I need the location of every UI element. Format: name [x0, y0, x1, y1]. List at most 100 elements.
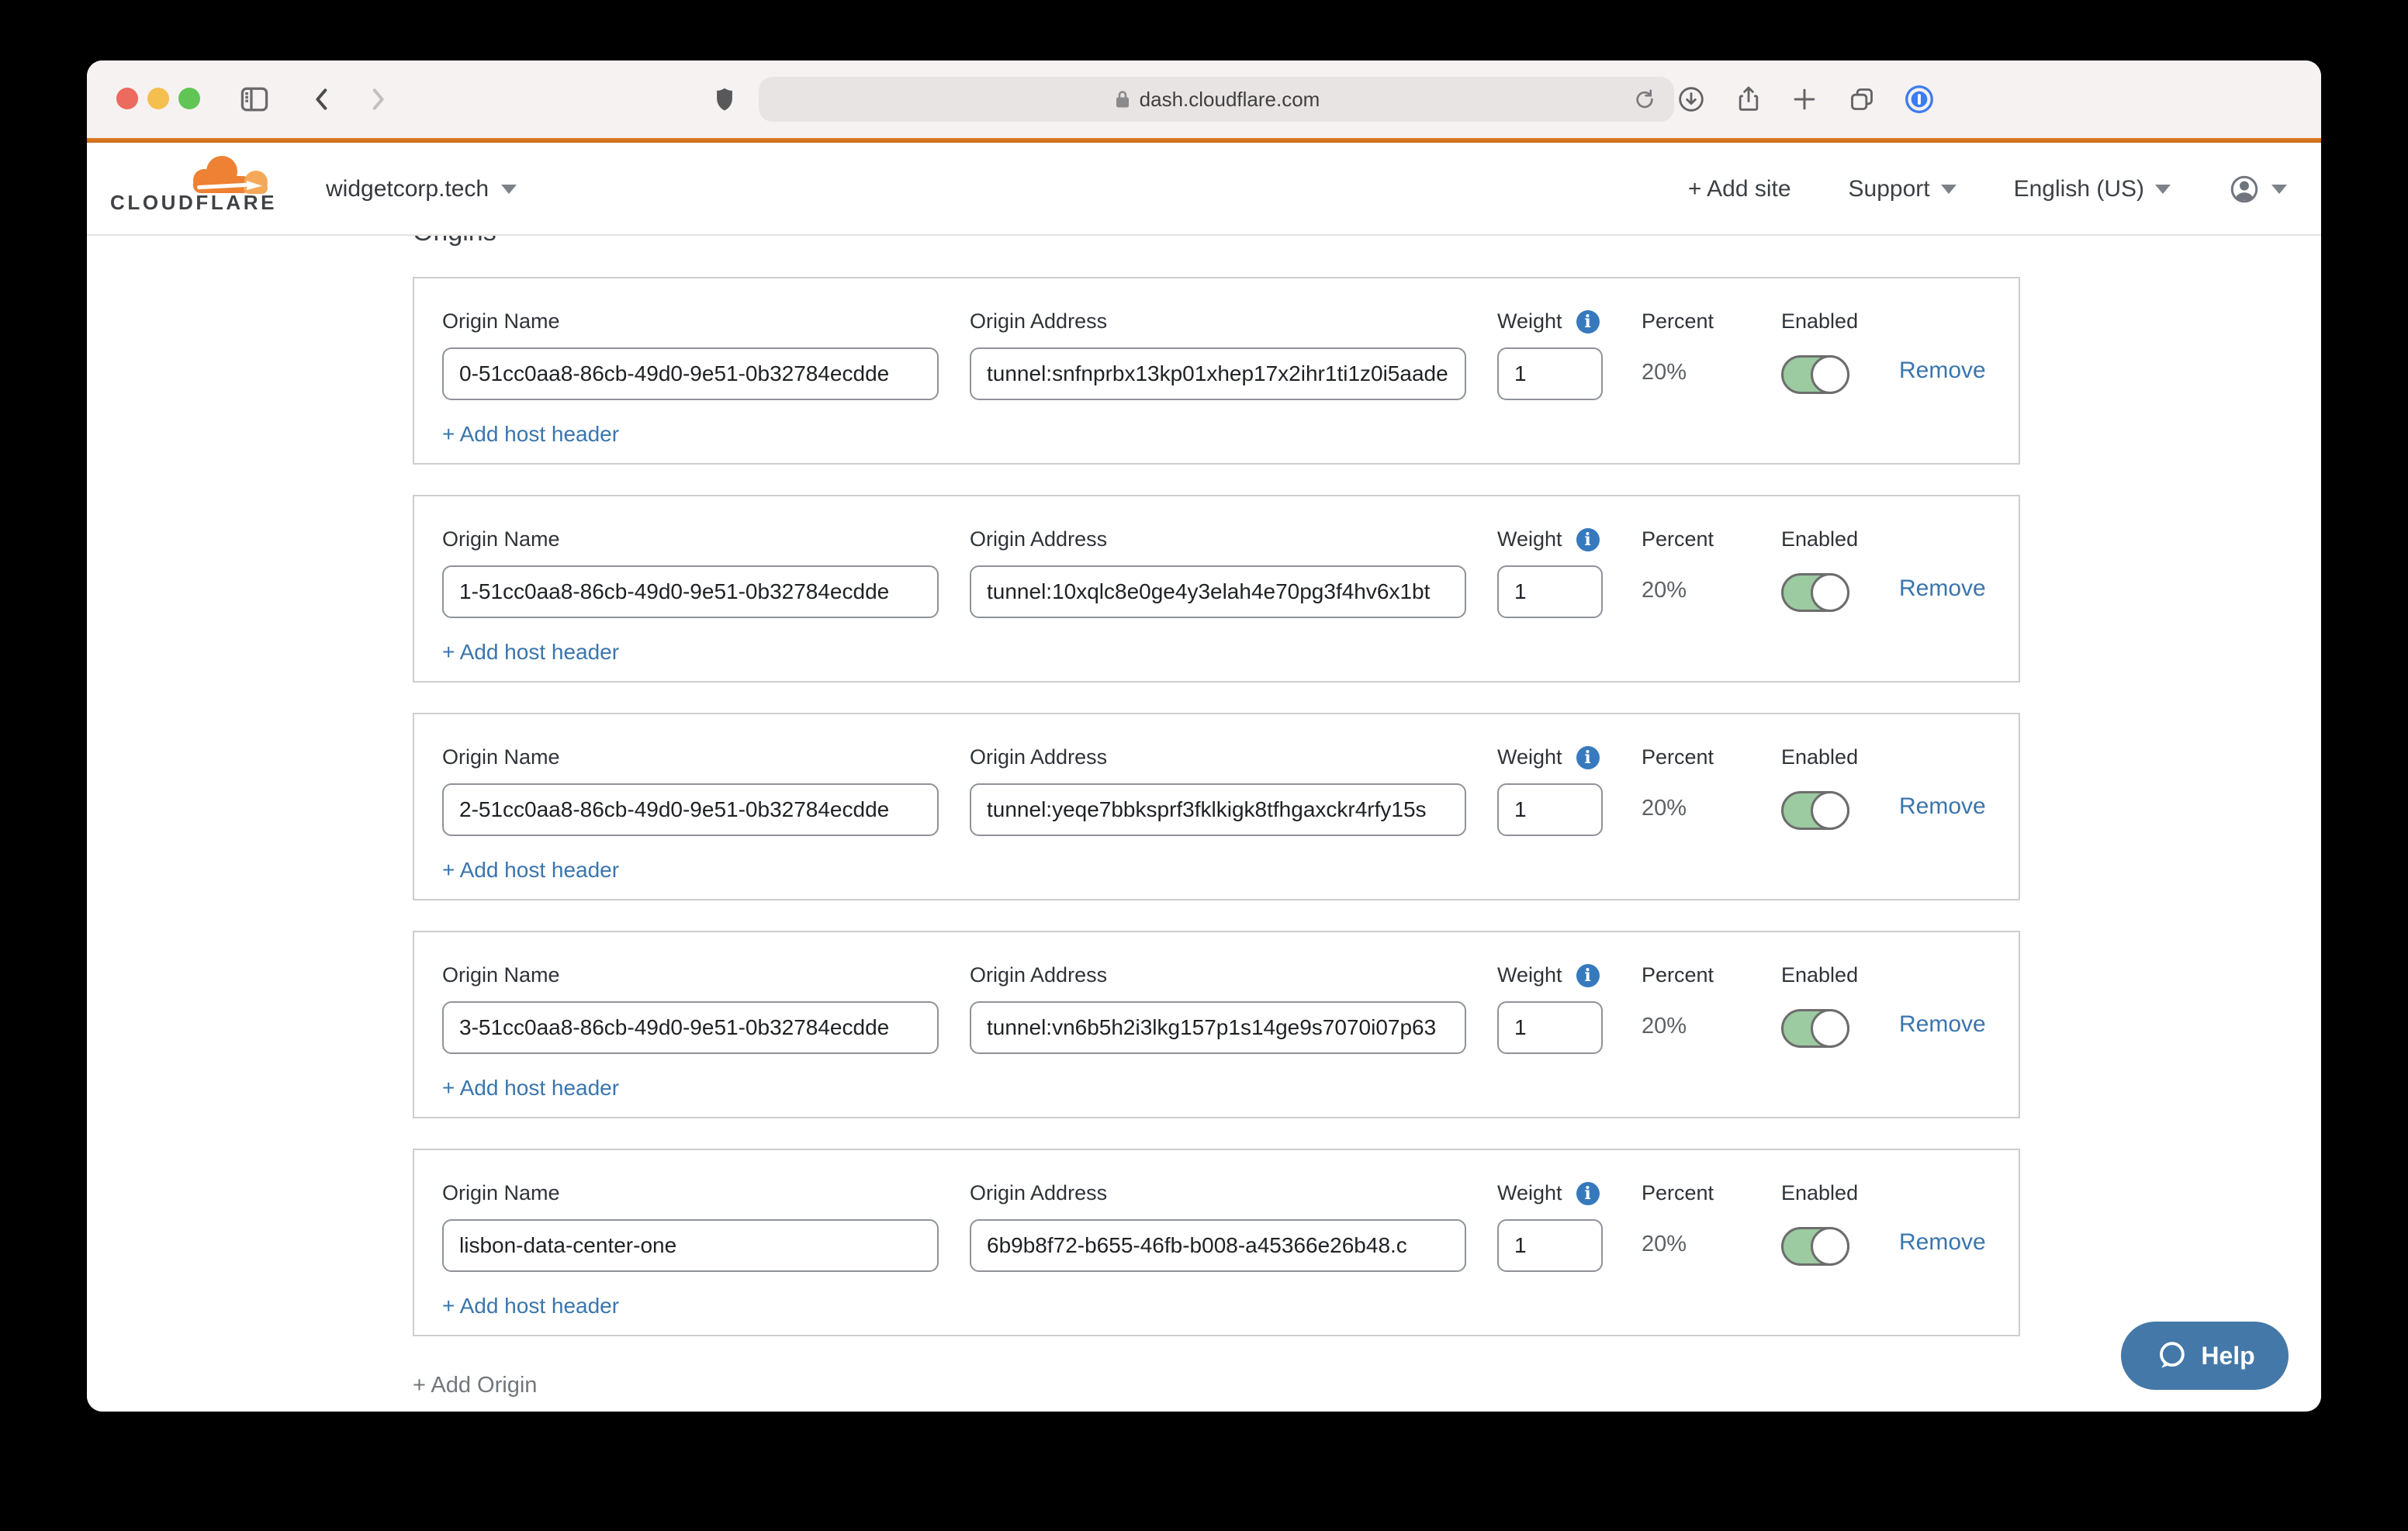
origin-name-input[interactable] [442, 565, 939, 618]
address-bar[interactable]: dash.cloudflare.com [759, 77, 1674, 122]
minimize-window-button[interactable] [147, 88, 169, 109]
percent-value: 20% [1642, 578, 1714, 603]
origin-card: Origin Name + Add host header Origin Add… [413, 1149, 2020, 1336]
percent-value: 20% [1642, 1014, 1714, 1039]
cloudflare-logo[interactable]: CLOUDFLARE [110, 154, 278, 225]
privacy-shield-icon[interactable] [706, 81, 743, 118]
weight-label: Weight [1497, 527, 1562, 551]
language-menu[interactable]: English (US) [2014, 176, 2171, 202]
weight-input[interactable] [1497, 347, 1603, 400]
enabled-toggle[interactable] [1781, 573, 1849, 612]
enabled-toggle[interactable] [1781, 1227, 1849, 1266]
chevron-down-icon [2155, 185, 2171, 194]
info-icon[interactable]: i [1576, 964, 1600, 987]
add-host-header-link[interactable]: + Add host header [442, 640, 619, 665]
origin-address-label: Origin Address [970, 963, 1466, 987]
origin-card: Origin Name + Add host header Origin Add… [413, 931, 2020, 1118]
weight-input[interactable] [1497, 1219, 1603, 1272]
remove-origin-link[interactable]: Remove [1899, 1011, 1986, 1038]
origin-name-input[interactable] [442, 783, 939, 836]
toggle-knob [1811, 355, 1849, 394]
chat-bubble-icon [2154, 1339, 2188, 1373]
enabled-toggle[interactable] [1781, 1009, 1849, 1048]
origin-name-input[interactable] [442, 1001, 939, 1054]
tab-overview-icon[interactable] [1843, 81, 1880, 118]
percent-label: Percent [1642, 963, 1714, 987]
enabled-label: Enabled [1781, 745, 1858, 769]
origin-address-label: Origin Address [970, 745, 1466, 769]
browser-window: dash.cloudflare.com [87, 60, 2321, 1412]
avatar-icon [2228, 173, 2261, 206]
share-icon[interactable] [1730, 81, 1767, 118]
origin-address-label: Origin Address [970, 309, 1466, 334]
window-controls [116, 88, 200, 109]
add-site-button[interactable]: + Add site [1688, 176, 1791, 202]
origin-card: Origin Name + Add host header Origin Add… [413, 495, 2020, 683]
origin-address-input[interactable] [970, 1219, 1466, 1272]
new-tab-icon[interactable] [1786, 81, 1823, 118]
origins-section-title: Origins [413, 236, 2321, 247]
origin-address-input[interactable] [970, 1001, 1466, 1054]
reload-icon[interactable] [1626, 81, 1663, 118]
enabled-label: Enabled [1781, 527, 1858, 551]
weight-input[interactable] [1497, 783, 1603, 836]
percent-value: 20% [1642, 360, 1714, 385]
cloudflare-cloud-icon [188, 154, 272, 195]
info-icon[interactable]: i [1576, 746, 1600, 769]
chevron-down-icon [501, 185, 517, 194]
forward-button-icon[interactable] [358, 81, 396, 118]
header-nav: + Add site Support English (US) [1688, 143, 2287, 236]
toggle-knob [1811, 791, 1849, 830]
enabled-label: Enabled [1781, 309, 1858, 334]
info-icon[interactable]: i [1576, 528, 1600, 551]
toggle-knob [1811, 1227, 1849, 1266]
origin-card: Origin Name + Add host header Origin Add… [413, 713, 2020, 900]
add-site-label: + Add site [1688, 176, 1791, 202]
weight-input[interactable] [1497, 565, 1603, 618]
enabled-label: Enabled [1781, 963, 1858, 987]
password-manager-icon[interactable] [1901, 81, 1938, 118]
origin-address-input[interactable] [970, 783, 1466, 836]
origin-name-input[interactable] [442, 1219, 939, 1272]
remove-origin-link[interactable]: Remove [1899, 793, 1986, 820]
account-selector[interactable]: widgetcorp.tech [326, 143, 517, 236]
user-menu[interactable] [2228, 173, 2287, 206]
origin-address-label: Origin Address [970, 1181, 1466, 1205]
weight-label: Weight [1497, 1181, 1562, 1205]
add-host-header-link[interactable]: + Add host header [442, 422, 619, 447]
remove-origin-link[interactable]: Remove [1899, 575, 1986, 602]
downloads-icon[interactable] [1673, 81, 1710, 118]
origin-card-list: Origin Name + Add host header Origin Add… [413, 277, 2020, 1336]
origin-name-input[interactable] [442, 347, 939, 400]
percent-value: 20% [1642, 796, 1714, 821]
add-host-header-link[interactable]: + Add host header [442, 1076, 619, 1101]
origin-address-input[interactable] [970, 565, 1466, 618]
add-host-header-link[interactable]: + Add host header [442, 1294, 619, 1318]
origin-address-input[interactable] [970, 347, 1466, 400]
info-icon[interactable]: i [1576, 310, 1600, 334]
enabled-toggle[interactable] [1781, 791, 1849, 830]
weight-label: Weight [1497, 745, 1562, 769]
zoom-window-button[interactable] [178, 88, 200, 109]
desktop-backdrop: { "browser": { "url": "dash.cloudflare.c… [0, 0, 2408, 1531]
help-button[interactable]: Help [2121, 1322, 2289, 1390]
origin-name-label: Origin Name [442, 309, 939, 334]
origin-name-label: Origin Name [442, 963, 939, 987]
support-menu[interactable]: Support [1849, 176, 1956, 202]
enabled-toggle[interactable] [1781, 355, 1849, 394]
percent-label: Percent [1642, 309, 1714, 334]
remove-origin-link[interactable]: Remove [1899, 1229, 1986, 1256]
support-label: Support [1849, 176, 1930, 202]
percent-label: Percent [1642, 527, 1714, 551]
weight-input[interactable] [1497, 1001, 1603, 1054]
info-icon[interactable]: i [1576, 1182, 1600, 1205]
chevron-down-icon [2271, 185, 2287, 194]
close-window-button[interactable] [116, 88, 138, 109]
add-origin-link[interactable]: + Add Origin [413, 1373, 537, 1398]
add-host-header-link[interactable]: + Add host header [442, 858, 619, 883]
back-button-icon[interactable] [304, 81, 341, 118]
weight-label: Weight [1497, 309, 1562, 334]
remove-origin-link[interactable]: Remove [1899, 358, 1986, 384]
sidebar-toggle-icon[interactable] [236, 81, 273, 118]
toggle-knob [1811, 573, 1849, 612]
